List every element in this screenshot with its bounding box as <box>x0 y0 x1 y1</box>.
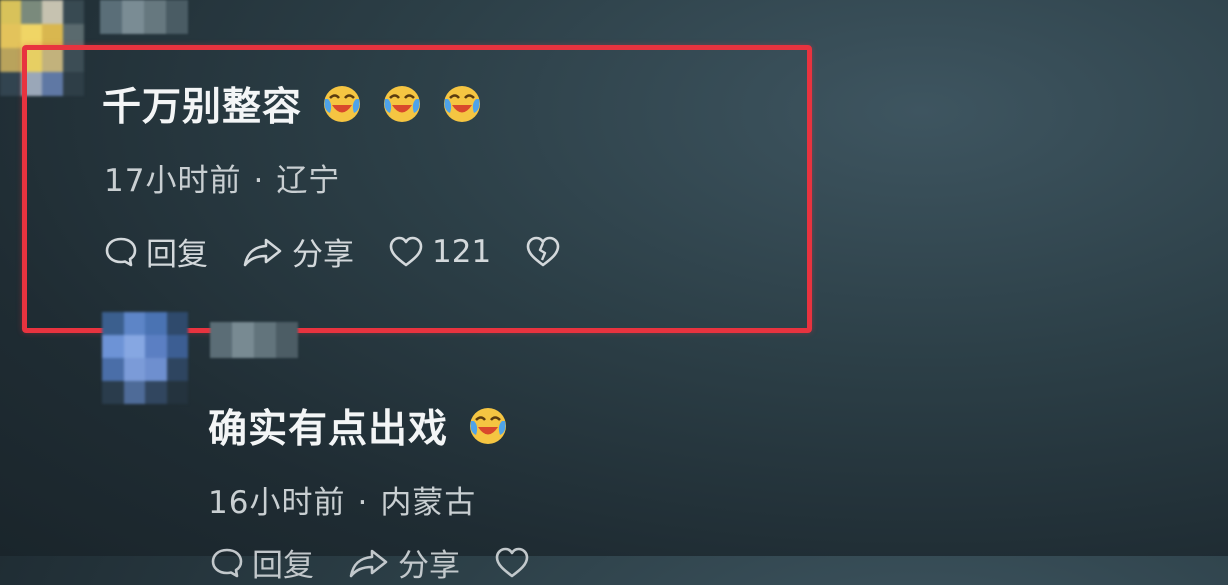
separator-dot: · <box>253 163 265 199</box>
laugh-cry-icon <box>468 406 508 446</box>
reply-bubble-icon <box>211 548 243 577</box>
username[interactable] <box>210 322 298 358</box>
reply-label: 回复 <box>252 548 314 584</box>
location: 辽宁 <box>276 163 341 199</box>
reply-button[interactable]: 回复 <box>104 229 208 274</box>
username[interactable] <box>100 0 188 34</box>
avatar[interactable] <box>102 312 188 404</box>
reply-label: 回复 <box>146 237 208 273</box>
like-button[interactable] <box>494 546 538 580</box>
share-label: 分享 <box>292 237 354 273</box>
dislike-button[interactable] <box>525 235 569 269</box>
heart-icon <box>495 547 529 577</box>
share-button[interactable]: 分享 <box>348 540 460 585</box>
laugh-cry-icon <box>382 84 422 124</box>
broken-heart-icon <box>526 236 560 266</box>
like-count: 121 <box>432 233 492 270</box>
comment-meta: 17小时前 · 辽宁 <box>104 155 340 200</box>
like-button[interactable]: 121 <box>388 234 491 270</box>
reply-bubble-icon <box>105 237 137 266</box>
laugh-cry-icon <box>322 84 362 124</box>
share-button[interactable]: 分享 <box>242 229 354 274</box>
separator-dot: · <box>357 485 369 521</box>
comment-text: 千万别整容 <box>102 76 482 132</box>
share-arrow-icon <box>243 238 282 266</box>
heart-icon <box>389 236 423 266</box>
comment-actions: 回复 分享 121 <box>104 229 603 274</box>
timestamp: 16小时前 <box>208 485 346 521</box>
comment-meta: 16小时前 · 内蒙古 <box>208 477 476 522</box>
reply-button[interactable]: 回复 <box>210 540 314 585</box>
share-label: 分享 <box>398 548 460 584</box>
laugh-cry-icon <box>442 84 482 124</box>
comment-actions: 回复 分享 <box>210 540 572 585</box>
timestamp: 17小时前 <box>104 163 242 199</box>
share-arrow-icon <box>349 549 388 577</box>
comment-text: 确实有点出戏 <box>208 398 508 454</box>
location: 内蒙古 <box>380 485 477 521</box>
